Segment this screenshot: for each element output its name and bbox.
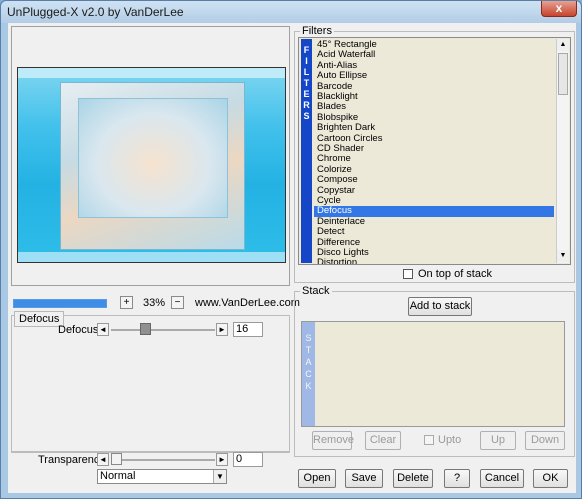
preview-image[interactable] xyxy=(17,67,286,263)
title-bar[interactable]: UnPlugged-X v2.0 by VanDerLee x xyxy=(1,1,581,23)
help-button[interactable]: ? xyxy=(444,469,470,488)
transparency-decrease-button[interactable]: ◄ xyxy=(97,453,109,466)
on-top-of-stack-checkbox[interactable] xyxy=(403,269,413,279)
tab-letter: S xyxy=(303,111,310,121)
filters-list[interactable]: FILTERS 45° Rectangle Acid Waterfall Anti-… xyxy=(298,37,571,265)
tab-letter: L xyxy=(303,67,310,77)
filter-list-item[interactable]: Deinterlace xyxy=(314,216,554,227)
defocus-slider-track[interactable] xyxy=(111,329,215,331)
delete-button[interactable]: Delete xyxy=(393,469,433,488)
tab-letter: S xyxy=(305,333,312,343)
website-link[interactable]: www.VanDerLee.com xyxy=(195,297,300,309)
stack-tab: STACK xyxy=(302,322,315,426)
zoom-in-button[interactable]: + xyxy=(120,296,133,309)
ok-button[interactable]: OK xyxy=(533,469,568,488)
preview-band-bottom xyxy=(18,252,285,262)
tab-letter: T xyxy=(303,78,310,88)
chevron-down-icon[interactable]: ▼ xyxy=(213,470,226,483)
up-button[interactable]: Up xyxy=(480,431,516,450)
stack-group-label: Stack xyxy=(300,285,332,297)
tab-letter: C xyxy=(305,369,312,379)
stack-tab-letters: STACK xyxy=(302,332,315,392)
zoom-out-button[interactable]: − xyxy=(171,296,184,309)
transparency-increase-button[interactable]: ► xyxy=(216,453,228,466)
filters-group-label: Filters xyxy=(300,25,334,37)
filter-list-item[interactable]: Distortion xyxy=(314,257,554,264)
stack-list[interactable]: STACK xyxy=(301,321,565,427)
save-button[interactable]: Save xyxy=(345,469,383,488)
transparency-slider-track[interactable] xyxy=(111,459,215,461)
filter-list-item[interactable]: Blacklight xyxy=(314,91,554,102)
preview-frame xyxy=(11,26,290,286)
filters-scrollbar[interactable]: ▲ ▼ xyxy=(556,39,569,263)
transparency-slider-thumb[interactable] xyxy=(111,453,122,465)
filters-tab-letters: FILTERS xyxy=(301,45,312,122)
close-button[interactable]: x xyxy=(541,1,577,17)
clear-button[interactable]: Clear xyxy=(365,431,401,450)
progress-bar xyxy=(13,299,107,308)
on-top-of-stack-label: On top of stack xyxy=(418,268,492,280)
tab-letter: K xyxy=(305,381,312,391)
filters-tab: FILTERS xyxy=(301,39,312,263)
defocus-value-field[interactable]: 16 xyxy=(233,322,263,337)
zoom-level: 33% xyxy=(143,297,166,309)
transparency-value-field[interactable]: 0 xyxy=(233,452,263,467)
down-button[interactable]: Down xyxy=(525,431,565,450)
tab-letter: T xyxy=(305,345,312,355)
defocus-increase-button[interactable]: ► xyxy=(216,323,228,336)
preview-layer-inner xyxy=(78,98,228,218)
tab-letter: R xyxy=(303,100,310,110)
add-to-stack-button[interactable]: Add to stack xyxy=(408,297,472,316)
defocus-group-label: Defocus xyxy=(14,311,65,327)
defocus-slider-thumb[interactable] xyxy=(140,323,151,335)
plugin-window: UnPlugged-X v2.0 by VanDerLee x + 33% − … xyxy=(0,0,582,499)
scroll-down-icon[interactable]: ▼ xyxy=(557,250,569,262)
defocus-decrease-button[interactable]: ◄ xyxy=(97,323,109,336)
filter-list-item[interactable]: Copystar xyxy=(314,185,554,196)
tab-letter: E xyxy=(303,89,310,99)
upto-label: Upto xyxy=(438,434,462,446)
scroll-thumb[interactable] xyxy=(558,53,568,95)
tab-letter: A xyxy=(305,357,312,367)
remove-button[interactable]: Remove xyxy=(312,431,354,450)
client-area: + 33% − www.VanDerLee.com Defocus Defocu… xyxy=(8,23,576,493)
preview-band-top xyxy=(18,68,285,78)
cancel-button[interactable]: Cancel xyxy=(480,469,524,488)
defocus-param-label: Defocus xyxy=(58,324,99,336)
open-button[interactable]: Open xyxy=(298,469,336,488)
tab-letter: F xyxy=(303,45,310,55)
scroll-up-icon[interactable]: ▲ xyxy=(557,39,569,51)
transparency-label: Transparency xyxy=(38,454,105,466)
blend-mode-select[interactable]: Normal ▼ xyxy=(97,469,227,484)
tab-letter: I xyxy=(305,56,308,66)
blend-mode-value: Normal xyxy=(100,470,136,482)
upto-checkbox[interactable] xyxy=(424,435,434,445)
window-title: UnPlugged-X v2.0 by VanDerLee xyxy=(7,5,184,19)
